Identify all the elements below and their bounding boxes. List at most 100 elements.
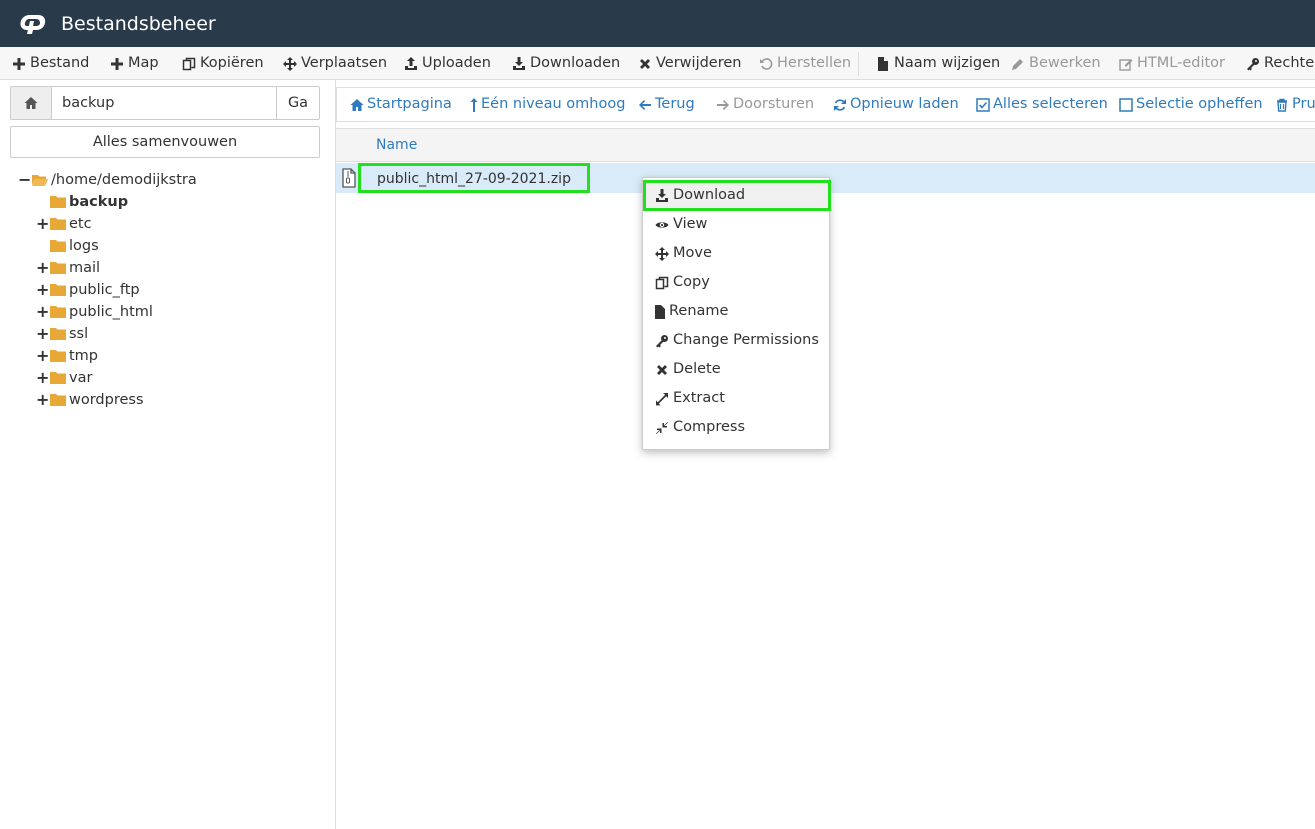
rename-button[interactable]: Naam wijzigen [876,47,1001,79]
up-one-level-button[interactable]: Eén niveau omhoog [470,88,625,121]
expand-toggle[interactable]: + [36,279,49,301]
context-move-item[interactable]: Move [643,239,829,268]
deselect-button[interactable]: Selectie opheffen [1119,88,1263,121]
arrow-right-icon [716,98,730,112]
menu-item-label: Compress [673,419,745,435]
expand-toggle[interactable]: + [36,213,49,235]
home-button[interactable] [11,87,52,119]
nav-item-label: Opnieuw laden [850,96,959,112]
context-delete-item[interactable]: Delete [643,355,829,384]
permissions-button[interactable]: Rechten [1246,47,1315,79]
context-permissions-item[interactable]: Change Permissions [643,326,829,355]
tree-item-logs[interactable]: logs [50,235,99,257]
delete-button[interactable]: Verwijderen [638,47,741,79]
back-button[interactable]: Terug [638,88,695,121]
key-icon [1246,57,1260,71]
folder-icon [50,328,66,340]
trash-button[interactable]: Pru [1275,88,1315,121]
new-folder-button[interactable]: Map [110,47,159,79]
menu-item-label: Rename [669,303,729,319]
menu-item-label: Delete [673,361,721,377]
context-extract-item[interactable]: Extract [643,384,829,413]
tree-item-etc[interactable]: + etc [36,213,92,235]
html-editor-button[interactable]: HTML-editor [1119,47,1225,79]
tree-item-label: wordpress [69,392,144,408]
select-all-button[interactable]: Alles selecteren [976,88,1108,121]
tree-item-var[interactable]: + var [36,367,92,389]
toolbar-item-label: Bestand [30,55,90,71]
expand-toggle[interactable]: + [36,301,49,323]
download-icon [512,56,526,71]
expand-toggle[interactable]: + [36,257,49,279]
menu-item-label: Copy [673,274,710,290]
pencil-icon [1011,57,1025,71]
expand-toggle[interactable]: + [36,367,49,389]
collapse-toggle[interactable]: − [18,169,31,191]
eye-icon [655,218,669,232]
folder-icon [50,284,66,296]
folder-icon [50,394,66,406]
folder-icon [50,240,66,252]
restore-button[interactable]: Herstellen [759,47,851,79]
folder-icon [50,196,66,208]
tree-item-backup[interactable]: backup [50,191,128,213]
collapse-all-button[interactable]: Alles samenvouwen [10,126,320,158]
checkbox-checked-icon [976,97,990,112]
plus-icon [12,57,26,71]
copy-button[interactable]: Kopiëren [182,47,264,79]
tree-item-mail[interactable]: + mail [36,257,100,279]
plus-icon [110,57,124,71]
toolbar-item-label: HTML-editor [1137,55,1225,71]
context-rename-item[interactable]: Rename [643,297,829,326]
tree-item-label: tmp [69,348,99,364]
context-copy-item[interactable]: Copy [643,268,829,297]
nav-item-label: Alles selecteren [993,96,1108,112]
toolbar-item-label: Uploaden [422,55,491,71]
tree-item-label: /home/demodijkstra [51,172,197,188]
nav-item-label: Pru [1292,96,1315,112]
move-button[interactable]: Verplaatsen [283,47,387,79]
toolbar-item-label: Naam wijzigen [894,55,1001,71]
tree-item-public-ftp[interactable]: + public_ftp [36,279,140,301]
folder-icon [50,262,66,274]
tree-item-label: public_ftp [69,282,140,298]
cpanel-logo[interactable] [19,11,51,35]
tree-item-public-html[interactable]: + public_html [36,301,153,323]
menu-item-label: Change Permissions [673,332,819,348]
forward-button[interactable]: Doorsturen [716,88,814,121]
tree-root[interactable]: − /home/demodijkstra [18,169,197,191]
new-file-button[interactable]: Bestand [12,47,90,79]
folder-icon [50,306,66,318]
key-icon [655,334,669,348]
move-icon [283,56,297,71]
tree-item-label: public_html [69,304,153,320]
reload-button[interactable]: Opnieuw laden [833,88,959,121]
app-header: Bestandsbeheer [0,0,1315,47]
copy-icon [655,276,669,290]
tree-item-label: var [69,370,93,386]
go-button[interactable]: Ga [276,87,319,119]
edit-button[interactable]: Bewerken [1011,47,1101,79]
name-column-header[interactable]: Name [376,137,417,153]
file-name[interactable]: public_html_27-09-2021.zip [358,163,590,193]
tree-item-wordpress[interactable]: + wordpress [36,389,144,411]
open-folder-icon [32,175,48,186]
download-button[interactable]: Downloaden [512,47,621,79]
upload-button[interactable]: Uploaden [404,47,491,79]
menu-item-label: Extract [673,390,725,406]
expand-toggle[interactable]: + [36,323,49,345]
expand-toggle[interactable]: + [36,389,49,411]
nav-item-label: Startpagina [367,96,452,112]
folder-icon [50,218,66,230]
context-view-item[interactable]: View [643,210,829,239]
download-icon [655,188,669,203]
expand-toggle[interactable]: + [36,345,49,367]
tree-item-ssl[interactable]: + ssl [36,323,88,345]
context-download-item[interactable]: Download [643,180,831,211]
toolbar-item-label: Downloaden [530,55,621,71]
path-input[interactable] [52,87,276,119]
home-nav-button[interactable]: Startpagina [350,88,452,121]
tree-item-tmp[interactable]: + tmp [36,345,98,367]
nav-item-label: Terug [655,96,695,112]
context-compress-item[interactable]: Compress [643,413,829,442]
